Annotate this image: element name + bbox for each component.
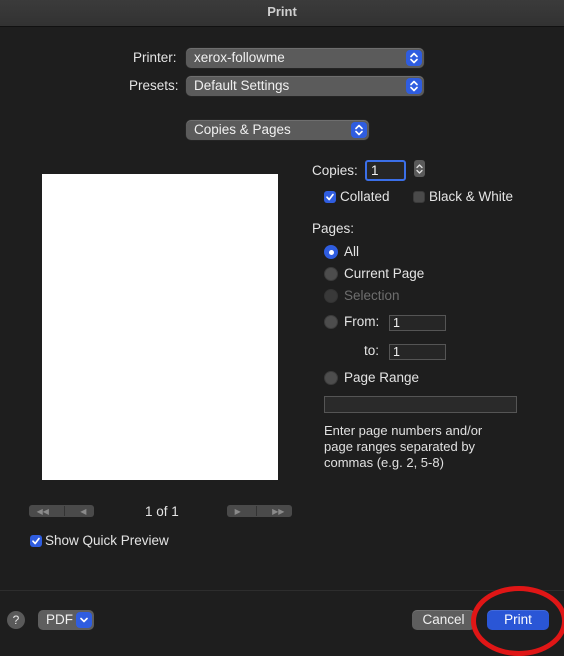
to-field[interactable]: 1: [389, 344, 446, 360]
printer-popup[interactable]: xerox-followme: [186, 48, 424, 68]
presets-value: Default Settings: [194, 78, 290, 93]
chevron-up-down-icon: [406, 78, 422, 94]
printer-value: xerox-followme: [194, 50, 285, 65]
window-title: Print: [0, 0, 564, 27]
from-field[interactable]: 1: [389, 315, 446, 331]
pages-label: Pages:: [312, 221, 355, 236]
radio-all[interactable]: [324, 245, 338, 259]
pdf-label: PDF: [46, 612, 73, 627]
section-popup[interactable]: Copies & Pages: [186, 120, 369, 140]
page-indicator: 1 of 1: [145, 504, 179, 519]
collated-label: Collated: [340, 189, 390, 204]
divider: [255, 506, 257, 516]
print-preview-page: [42, 174, 278, 480]
next-page-icon[interactable]: ▶: [235, 507, 241, 516]
printer-label: Printer:: [133, 50, 177, 65]
radio-from[interactable]: [324, 315, 338, 329]
black-white-checkbox[interactable]: [413, 191, 425, 203]
page-range-field[interactable]: [324, 396, 517, 413]
radio-selection-label: Selection: [344, 288, 400, 303]
chevron-up-down-icon: [351, 122, 367, 138]
divider: [64, 506, 66, 516]
previous-page-icon[interactable]: ◀: [80, 507, 86, 516]
radio-page-range[interactable]: [324, 371, 338, 385]
radio-current-page-label: Current Page: [344, 266, 425, 281]
footer-divider: [0, 590, 564, 591]
collated-checkbox[interactable]: [324, 191, 336, 203]
show-quick-preview-label: Show Quick Preview: [45, 533, 169, 548]
preview-forward-buttons[interactable]: ▶ ▶▶: [227, 505, 292, 517]
chevron-up-down-icon: [406, 50, 422, 66]
last-page-icon[interactable]: ▶▶: [272, 507, 284, 516]
chevron-down-icon: [76, 612, 92, 628]
radio-current-page[interactable]: [324, 267, 338, 281]
copies-stepper[interactable]: [414, 160, 425, 177]
stepper-arrows-icon: [416, 163, 423, 174]
checkmark-icon: [32, 537, 40, 545]
first-page-icon[interactable]: ◀◀: [37, 507, 49, 516]
preview-back-buttons[interactable]: ◀◀ ◀: [29, 505, 94, 517]
radio-all-label: All: [344, 244, 360, 259]
to-label: to:: [364, 343, 380, 358]
copies-field[interactable]: 1: [365, 160, 406, 181]
pdf-menu-button[interactable]: PDF: [38, 610, 94, 630]
cancel-button[interactable]: Cancel: [412, 610, 475, 630]
presets-popup[interactable]: Default Settings: [186, 76, 424, 96]
highlight-ring: [471, 586, 564, 656]
copies-value: 1: [371, 163, 379, 178]
radio-selection: [324, 289, 338, 303]
help-button[interactable]: ?: [7, 611, 25, 629]
copies-label: Copies:: [312, 163, 358, 178]
checkmark-icon: [326, 193, 334, 201]
page-range-hint: Enter page numbers and/or page ranges se…: [324, 423, 483, 470]
section-value: Copies & Pages: [194, 122, 291, 137]
from-label: From:: [344, 314, 380, 329]
show-quick-preview-checkbox[interactable]: [30, 535, 42, 547]
black-white-label: Black & White: [429, 189, 514, 204]
page-range-label: Page Range: [344, 370, 420, 385]
presets-label: Presets:: [129, 78, 179, 93]
